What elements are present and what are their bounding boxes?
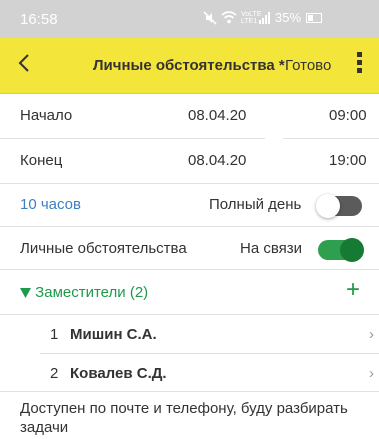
divider	[0, 391, 379, 392]
add-deputy-button[interactable]: +	[346, 276, 360, 304]
wifi-icon	[221, 11, 237, 24]
absence-type-row: Личные обстоятельства На связи	[0, 227, 379, 269]
on-contact-toggle[interactable]	[318, 238, 364, 262]
status-time: 16:58	[20, 11, 58, 28]
deputy-number: 2	[50, 365, 59, 382]
start-time-field[interactable]: 09:00	[329, 107, 367, 124]
battery-percent: 35%	[275, 10, 302, 25]
deputy-name: Ковалев С.Д.	[70, 365, 167, 382]
deputy-name: Мишин С.А.	[70, 326, 157, 343]
deputies-header: Заместители (2) +	[0, 270, 379, 314]
status-icons: VoLTE LTE1 35%	[203, 10, 323, 25]
absence-type-select[interactable]: Личные обстоятельства	[20, 240, 187, 257]
mute-icon	[203, 10, 217, 25]
network-type-label: VoLTE LTE1	[241, 11, 262, 25]
triangle-down-icon	[20, 288, 31, 298]
duration-link[interactable]: 10 часов	[20, 196, 81, 213]
end-date-field[interactable]: 08.04.20	[188, 152, 246, 169]
back-button[interactable]	[18, 53, 30, 77]
more-vert-icon	[357, 52, 362, 57]
end-label: Конец	[20, 152, 63, 169]
battery-icon	[306, 12, 323, 23]
start-date-field[interactable]: 08.04.20	[188, 107, 246, 124]
deputy-item[interactable]: 2 Ковалев С.Д. ›	[0, 354, 379, 391]
lte-label: LTE1	[241, 17, 258, 25]
signal-icon	[259, 11, 270, 24]
chevron-right-icon: ›	[369, 326, 374, 343]
deputies-header-label: Заместители (2)	[35, 284, 149, 301]
full-day-label: Полный день	[209, 196, 302, 213]
start-label: Начало	[20, 107, 73, 124]
status-bar: 16:58 VoLTE LTE1 35%	[0, 0, 379, 38]
more-menu-button[interactable]	[357, 52, 363, 76]
app-toolbar: Личные обстоятельства * Готово	[0, 38, 379, 94]
end-row: Конец 08.04.20 19:00	[0, 139, 379, 183]
toggle-knob	[316, 194, 340, 218]
comment-field[interactable]: Доступен по почте и телефону, буду разби…	[20, 399, 365, 437]
toggle-knob	[340, 238, 364, 262]
deputy-number: 1	[50, 326, 59, 343]
on-contact-label: На связи	[240, 240, 303, 257]
chevron-left-icon	[18, 54, 29, 72]
more-dot	[357, 60, 362, 65]
more-dot	[357, 68, 362, 73]
done-button[interactable]: Готово	[285, 57, 331, 74]
duration-row: 10 часов Полный день	[0, 184, 379, 226]
deputies-toggle[interactable]: Заместители (2)	[20, 284, 148, 301]
chevron-right-icon: ›	[369, 365, 374, 382]
start-row: Начало 08.04.20 09:00	[0, 94, 379, 138]
deputy-item[interactable]: 1 Мишин С.А. ›	[0, 315, 379, 353]
end-time-field[interactable]: 19:00	[329, 152, 367, 169]
full-day-toggle[interactable]	[316, 194, 362, 218]
page-title: Личные обстоятельства *	[93, 57, 285, 74]
